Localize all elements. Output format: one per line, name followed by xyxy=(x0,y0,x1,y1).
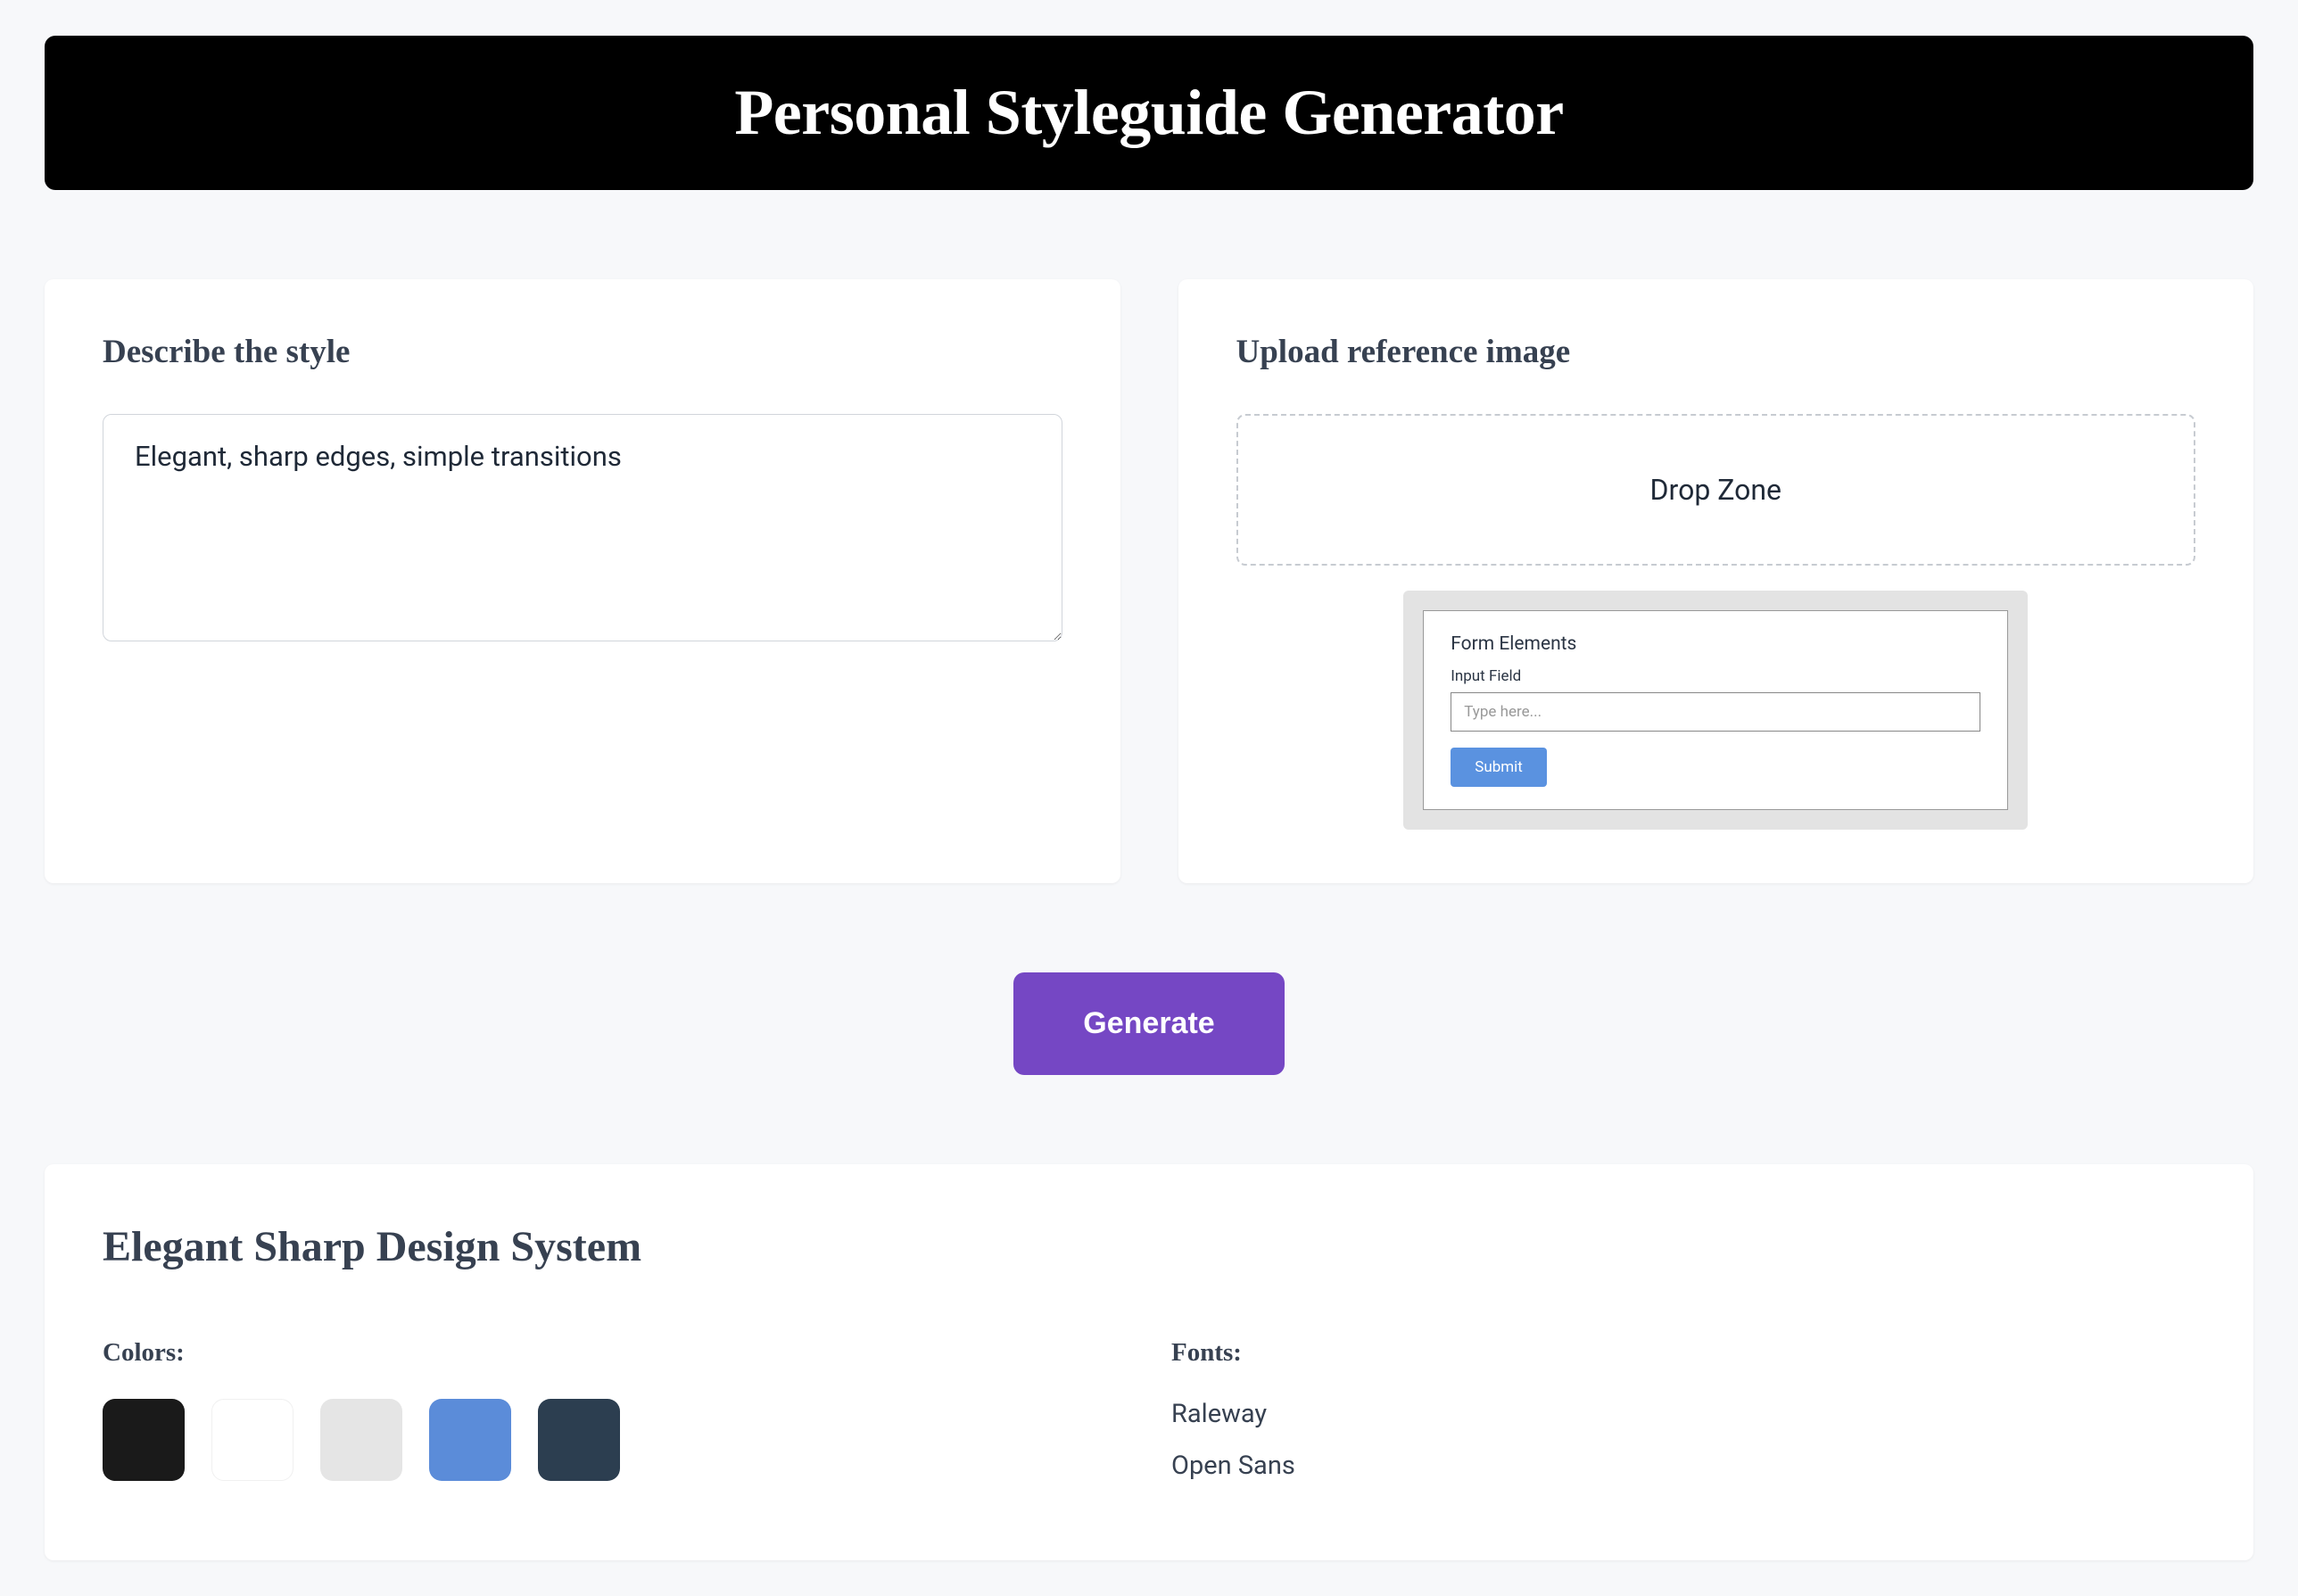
preview-heading: Form Elements xyxy=(1451,633,1980,655)
preview-submit-button: Submit xyxy=(1451,748,1547,787)
color-swatches xyxy=(103,1399,1127,1481)
reference-preview: Form Elements Input Field Type here... S… xyxy=(1403,591,2028,830)
color-swatch xyxy=(211,1399,293,1481)
fonts-section: Fonts: Raleway Open Sans xyxy=(1171,1338,2195,1502)
upload-title: Upload reference image xyxy=(1236,333,2196,371)
page-header: Personal Styleguide Generator xyxy=(45,36,2253,190)
font-list: Raleway Open Sans xyxy=(1171,1399,2195,1481)
generate-button[interactable]: Generate xyxy=(1013,972,1284,1075)
color-swatch xyxy=(538,1399,620,1481)
color-swatch xyxy=(429,1399,511,1481)
fonts-label: Fonts: xyxy=(1171,1338,2195,1368)
font-item: Raleway xyxy=(1171,1399,2195,1429)
font-item: Open Sans xyxy=(1171,1451,2195,1481)
page-title: Personal Styleguide Generator xyxy=(89,76,2209,150)
result-card: Elegant Sharp Design System Colors: Font… xyxy=(45,1164,2253,1560)
color-swatch xyxy=(320,1399,402,1481)
upload-card: Upload reference image Drop Zone Form El… xyxy=(1178,279,2254,883)
drop-zone[interactable]: Drop Zone xyxy=(1236,414,2196,566)
style-description-input[interactable] xyxy=(103,414,1062,641)
colors-section: Colors: xyxy=(103,1338,1127,1502)
describe-title: Describe the style xyxy=(103,333,1062,371)
result-title: Elegant Sharp Design System xyxy=(103,1222,2195,1271)
preview-wrap: Form Elements Input Field Type here... S… xyxy=(1236,591,2196,830)
color-swatch xyxy=(103,1399,185,1481)
colors-label: Colors: xyxy=(103,1338,1127,1368)
describe-card: Describe the style xyxy=(45,279,1120,883)
preview-input-field: Type here... xyxy=(1451,692,1980,732)
preview-input-label: Input Field xyxy=(1451,667,1980,685)
preview-form-box: Form Elements Input Field Type here... S… xyxy=(1423,610,2008,810)
